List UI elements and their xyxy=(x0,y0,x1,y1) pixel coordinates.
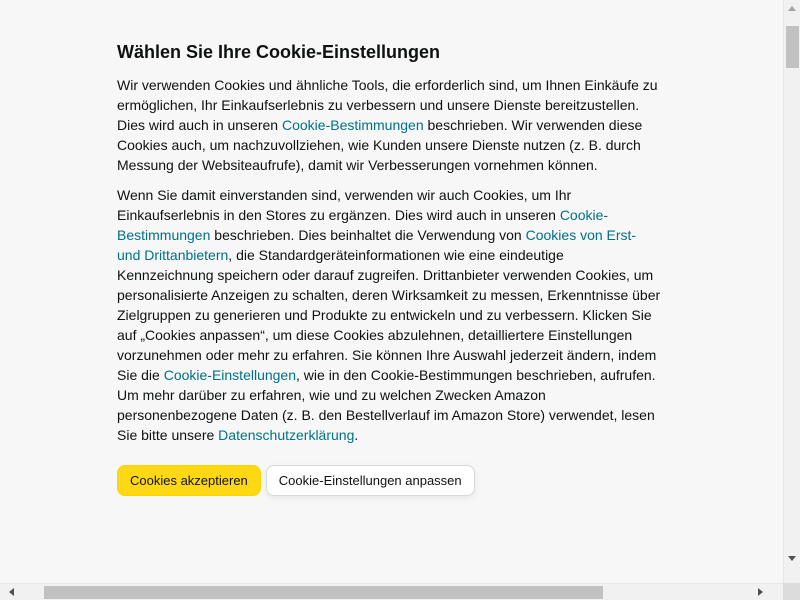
cookie-info-paragraph-1: Wir verwenden Cookies und ähnliche Tools… xyxy=(117,75,662,175)
para2-text-2: beschrieben. Dies beinhaltet die Verwend… xyxy=(210,227,526,243)
customize-cookies-button[interactable]: Cookie-Einstellungen anpassen xyxy=(265,465,475,496)
privacy-policy-link[interactable]: Datenschutzerklärung xyxy=(218,427,354,443)
triangle-down-icon[interactable] xyxy=(788,556,796,561)
dialog-button-row: Cookies akzeptieren Cookie-Einstellungen… xyxy=(117,465,662,496)
vertical-scrollbar[interactable] xyxy=(783,0,800,583)
triangle-left-icon[interactable] xyxy=(9,588,14,596)
accept-cookies-button[interactable]: Cookies akzeptieren xyxy=(117,465,261,496)
cookie-settings-link[interactable]: Cookie-Einstellungen xyxy=(164,367,296,383)
cookie-terms-link-1[interactable]: Cookie-Bestimmungen xyxy=(282,117,424,133)
cookie-consent-dialog: Wählen Sie Ihre Cookie-Einstellungen Wir… xyxy=(117,40,662,496)
para2-text-3: , die Standardgeräteinformationen wie ei… xyxy=(117,247,661,383)
vertical-scroll-thumb[interactable] xyxy=(786,26,799,68)
para2-text-1: Wenn Sie damit einverstanden sind, verwe… xyxy=(117,187,572,223)
dialog-title: Wählen Sie Ihre Cookie-Einstellungen xyxy=(117,42,441,62)
page-viewport: Wählen Sie Ihre Cookie-Einstellungen Wir… xyxy=(0,0,783,583)
scrollbar-corner xyxy=(783,583,800,600)
horizontal-scrollbar[interactable] xyxy=(0,583,783,600)
triangle-up-icon[interactable] xyxy=(788,6,796,11)
triangle-right-icon[interactable] xyxy=(758,588,763,596)
horizontal-scroll-thumb[interactable] xyxy=(44,586,603,599)
para2-text-5: . xyxy=(354,427,359,443)
cookie-info-paragraph-2: Wenn Sie damit einverstanden sind, verwe… xyxy=(117,185,662,445)
